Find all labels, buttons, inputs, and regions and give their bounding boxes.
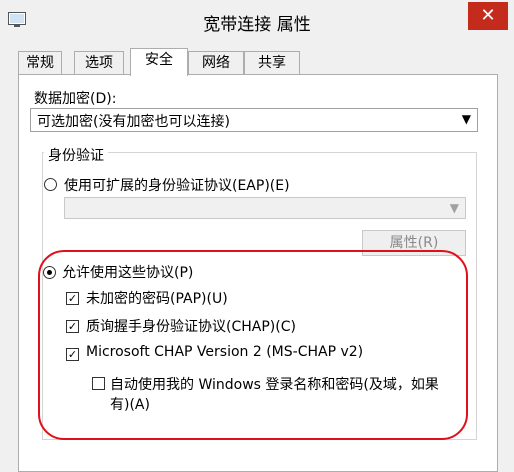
window-title: 宽带连接 属性	[203, 15, 311, 35]
tab-security[interactable]: 安全	[130, 48, 188, 76]
pap-label[interactable]: 未加密的密码(PAP)(U)	[86, 288, 228, 308]
chevron-down-icon: ▼	[461, 112, 471, 126]
title-bar: 宽带连接 属性 ✕	[0, 0, 514, 40]
auto-logon-label-line2[interactable]: 有)(A)	[110, 394, 150, 414]
tab-networking[interactable]: 网络	[188, 51, 244, 74]
eap-method-dropdown[interactable]: ▼	[64, 197, 466, 219]
close-icon: ✕	[480, 5, 496, 26]
auto-logon-label-line1[interactable]: 自动使用我的 Windows 登录名称和密码(及域，如果	[110, 374, 439, 394]
mschapv2-label[interactable]: Microsoft CHAP Version 2 (MS-CHAP v2)	[86, 344, 363, 360]
data-encryption-value: 可选加密(没有加密也可以连接)	[37, 114, 230, 130]
properties-button[interactable]: 属性(R)	[362, 230, 466, 256]
mschapv2-checkbox[interactable]: ✓	[66, 348, 79, 361]
eap-radio-label[interactable]: 使用可扩展的身份验证协议(EAP)(E)	[64, 175, 290, 195]
radio-selected-dot	[47, 270, 52, 275]
authentication-group-title: 身份验证	[44, 145, 108, 165]
tab-general[interactable]: 常规	[18, 51, 62, 74]
chap-label[interactable]: 质询握手身份验证协议(CHAP)(C)	[86, 316, 296, 336]
allow-protocols-label[interactable]: 允许使用这些协议(P)	[62, 262, 193, 282]
auto-logon-checkbox[interactable]	[92, 377, 105, 390]
allow-protocols-radio[interactable]	[43, 266, 56, 279]
data-encryption-label: 数据加密(D):	[34, 91, 117, 107]
close-button[interactable]: ✕	[468, 2, 508, 30]
pap-checkbox[interactable]: ✓	[66, 292, 79, 305]
tab-sharing[interactable]: 共享	[244, 51, 300, 74]
tab-options[interactable]: 选项	[74, 51, 124, 74]
chap-checkbox[interactable]: ✓	[66, 320, 79, 333]
chevron-down-icon: ▼	[449, 201, 459, 215]
eap-radio[interactable]	[44, 178, 57, 191]
data-encryption-dropdown[interactable]: 可选加密(没有加密也可以连接) ▼	[30, 108, 478, 132]
